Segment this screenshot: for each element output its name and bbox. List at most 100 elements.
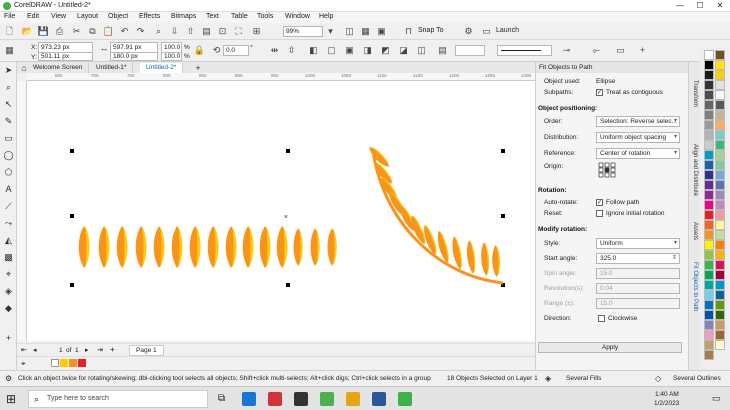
simplify-icon[interactable]: ◫: [415, 44, 428, 57]
minimize-button[interactable]: —: [670, 0, 690, 12]
menu-object[interactable]: Object: [108, 13, 128, 20]
palette-swatch[interactable]: [704, 170, 714, 180]
palette-swatch[interactable]: [704, 120, 714, 130]
palette-swatch[interactable]: [704, 160, 714, 170]
rectangle-tool-icon[interactable]: ▭: [2, 132, 15, 145]
edge-icon[interactable]: [242, 392, 256, 406]
print-icon[interactable]: ⎙: [53, 25, 66, 38]
palette-swatch[interactable]: [704, 80, 714, 90]
palette-swatch[interactable]: [704, 60, 714, 70]
palette-swatch[interactable]: [715, 100, 725, 110]
palette-swatch[interactable]: [704, 330, 714, 340]
tab-welcome-screen[interactable]: Welcome Screen: [27, 63, 90, 73]
show-grid-icon[interactable]: ▦: [359, 25, 372, 38]
menu-view[interactable]: View: [51, 13, 66, 20]
palette-swatch[interactable]: [704, 280, 714, 290]
menu-layout[interactable]: Layout: [77, 13, 98, 20]
page-tab[interactable]: Page 1: [129, 345, 164, 356]
paste-icon[interactable]: 📋: [102, 25, 115, 38]
group-icon[interactable]: ▢: [325, 44, 338, 57]
tab-untitled-2[interactable]: Untitled-2*: [140, 63, 184, 73]
mirror-vertical-icon[interactable]: ⇳: [285, 44, 298, 57]
menu-window[interactable]: Window: [285, 13, 310, 20]
word-icon[interactable]: [372, 392, 386, 406]
palette-swatch[interactable]: [715, 120, 725, 130]
notifications-icon[interactable]: ▭: [712, 393, 721, 404]
palette-swatch[interactable]: [704, 290, 714, 300]
fullscreen-preview-icon[interactable]: ◫: [343, 25, 356, 38]
palette-swatch[interactable]: [715, 280, 725, 290]
eyedropper-tool-icon[interactable]: ⌖: [2, 268, 15, 281]
palette-swatch[interactable]: [704, 180, 714, 190]
palette-swatch[interactable]: [715, 160, 725, 170]
palette-swatch[interactable]: [704, 190, 714, 200]
save-icon[interactable]: 💾: [37, 25, 50, 38]
next-page-icon[interactable]: ▸: [85, 346, 89, 354]
palette-swatch[interactable]: [704, 110, 714, 120]
menu-tools[interactable]: Tools: [257, 13, 273, 20]
text-wrap-icon[interactable]: ▭: [614, 44, 627, 57]
close-button[interactable]: ✕: [710, 0, 730, 12]
palette-swatch[interactable]: [715, 190, 725, 200]
transparency-tool-icon[interactable]: ▩: [2, 251, 15, 264]
options-gear-icon[interactable]: ⚙: [462, 25, 475, 38]
palette-swatch[interactable]: [704, 300, 714, 310]
parallel-dimension-icon[interactable]: ⟋: [2, 200, 15, 213]
palette-swatch[interactable]: [715, 200, 725, 210]
clockwise-checkbox[interactable]: [598, 315, 605, 322]
tab-align-distribute[interactable]: Align and Distribute: [690, 144, 700, 196]
palette-swatch[interactable]: [715, 260, 725, 270]
mirror-horizontal-icon[interactable]: ⇹: [268, 44, 281, 57]
ignore-rotation-checkbox[interactable]: [596, 210, 603, 217]
fill-icon[interactable]: ◈: [545, 374, 551, 383]
fill-color-field[interactable]: [455, 45, 485, 56]
eyedropper-icon[interactable]: ⌖: [21, 359, 26, 369]
zoom-to-page-icon[interactable]: ⊡: [216, 25, 229, 38]
outline-icon[interactable]: ◇: [655, 374, 661, 383]
palette-swatch[interactable]: [704, 270, 714, 280]
palette-swatch[interactable]: [715, 60, 725, 70]
arrowhead-end-icon[interactable]: ⟜: [590, 44, 603, 57]
palette-swatch[interactable]: [715, 250, 725, 260]
pdf-icon[interactable]: ▤: [200, 25, 213, 38]
maximize-button[interactable]: ☐: [690, 0, 710, 12]
snap-icon[interactable]: ⊓: [402, 25, 415, 38]
photos-icon[interactable]: [320, 392, 334, 406]
ellipse-tool-icon[interactable]: ◯: [2, 149, 15, 162]
launch-button[interactable]: Launch: [496, 27, 519, 34]
drawing-canvas[interactable]: ×: [27, 81, 535, 341]
add-tool-icon[interactable]: +: [2, 332, 15, 345]
undo-icon[interactable]: ↶: [118, 25, 131, 38]
coreldraw-taskbar-icon[interactable]: [398, 392, 412, 406]
interactive-fill-icon[interactable]: ◈: [2, 285, 15, 298]
reference-select[interactable]: Center of rotation ▾: [596, 148, 680, 159]
office-icon[interactable]: [268, 392, 282, 406]
palette-swatch[interactable]: [704, 150, 714, 160]
search-content-icon[interactable]: ⌕: [152, 25, 165, 38]
connector-tool-icon[interactable]: ⤳: [2, 217, 15, 230]
tab-assets[interactable]: Assets: [690, 222, 700, 240]
menu-edit[interactable]: Edit: [27, 13, 39, 20]
palette-swatch[interactable]: [704, 250, 714, 260]
arrowhead-start-icon[interactable]: ⊸: [560, 44, 573, 57]
start-angle-field[interactable]: 325.0 ⇕: [596, 253, 680, 264]
scale-height-field[interactable]: 100.0: [161, 52, 182, 61]
y-position-field[interactable]: 501.11 px: [38, 52, 93, 61]
palette-swatch[interactable]: [715, 170, 725, 180]
palette-swatch[interactable]: [715, 220, 725, 230]
order-select[interactable]: Selection: Reverse selec... ▾: [596, 116, 680, 127]
menu-help[interactable]: Help: [319, 13, 333, 20]
palette-swatch[interactable]: [715, 70, 725, 80]
palette-swatch[interactable]: [715, 180, 725, 190]
snap-to-button[interactable]: Snap To: [418, 27, 444, 34]
palette-swatch[interactable]: [715, 300, 725, 310]
palette-swatch[interactable]: [715, 340, 725, 350]
tab-transform[interactable]: Transform: [690, 80, 700, 107]
ungroup-icon[interactable]: ▣: [343, 44, 356, 57]
palette-swatch[interactable]: [704, 310, 714, 320]
leaf-arc[interactable]: [366, 144, 500, 277]
style-select[interactable]: Uniform ▾: [596, 238, 680, 249]
copy-icon[interactable]: ⧉: [86, 25, 99, 38]
palette-swatch[interactable]: [715, 140, 725, 150]
palette-swatch[interactable]: [704, 130, 714, 140]
